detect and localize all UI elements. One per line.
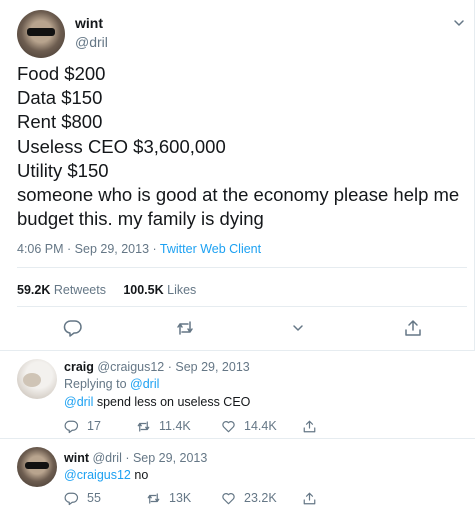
reply-action[interactable]: 55	[64, 489, 101, 507]
like-icon	[222, 492, 235, 504]
replying-to-label: Replying to	[64, 377, 131, 391]
timestamp[interactable]: 4:06 PM · Sep 29, 2013 ·	[17, 242, 160, 256]
retweet-icon	[137, 420, 150, 432]
action-bar	[0, 318, 475, 340]
retweet-action[interactable]: 11.4K	[136, 417, 191, 435]
tweet-line: Useless CEO $3,600,000	[17, 135, 226, 157]
main-tweet: wint @dril Food $200 Data $150 Rent $800…	[0, 0, 475, 350]
divider	[17, 267, 467, 268]
reply-header: wint @dril · Sep 29, 2013	[64, 451, 207, 465]
reply-actions: 17 11.4K 14.4K	[64, 417, 364, 435]
like-action[interactable]: 23.2K	[221, 489, 277, 507]
like-action[interactable]: 14.4K	[221, 417, 277, 435]
reply-body: no	[130, 468, 149, 482]
tweet-text: Food $200 Data $150 Rent $800 Useless CE…	[17, 62, 467, 231]
share-action[interactable]	[302, 489, 325, 507]
tweet-line: someone who is good at the economy pleas…	[17, 184, 460, 206]
avatar[interactable]	[17, 359, 57, 399]
author-handle[interactable]: @dril	[75, 34, 108, 50]
reply-handle-date[interactable]: @craigus12 · Sep 29, 2013	[97, 360, 249, 374]
share-icon[interactable]	[403, 318, 423, 338]
reply-icon[interactable]	[63, 318, 83, 338]
avatar[interactable]	[17, 10, 65, 58]
like-icon[interactable]	[288, 318, 308, 338]
retweet-count: 13K	[169, 491, 192, 505]
reply-count: 17	[87, 419, 101, 433]
reply-tweet[interactable]: wint @dril · Sep 29, 2013 @craigus12 no …	[0, 438, 475, 517]
tweet-line: Utility $150	[17, 159, 109, 181]
retweets-count: 59.2K	[17, 283, 51, 297]
chevron-down-icon[interactable]	[452, 16, 466, 30]
tweet-line: Rent $800	[17, 111, 103, 133]
reply-tweet[interactable]: craig @craigus12 · Sep 29, 2013 Replying…	[0, 350, 475, 438]
likes-stat[interactable]: 100.5K Likes	[123, 283, 196, 297]
replying-to: Replying to @dril	[64, 377, 159, 391]
tweet-meta: 4:06 PM · Sep 29, 2013 · Twitter Web Cli…	[17, 242, 261, 256]
avatar[interactable]	[17, 447, 57, 487]
retweet-count: 11.4K	[159, 419, 191, 433]
retweet-action[interactable]: 13K	[146, 489, 191, 507]
like-icon	[222, 420, 235, 432]
likes-count: 100.5K	[123, 283, 164, 297]
reply-icon	[64, 492, 79, 505]
reply-author-name[interactable]: wint	[64, 451, 89, 465]
like-count: 23.2K	[244, 491, 277, 505]
retweet-icon	[147, 492, 160, 504]
reply-text: @dril spend less on useless CEO	[64, 395, 250, 409]
share-icon	[303, 420, 316, 432]
reply-body: spend less on useless CEO	[93, 395, 251, 409]
divider	[17, 306, 467, 307]
author-name[interactable]: wint	[75, 15, 103, 31]
tweet-line: budget this. my family is dying	[17, 208, 264, 230]
share-icon	[303, 492, 316, 504]
reply-action[interactable]: 17	[64, 417, 101, 435]
tweet-line: Data $150	[17, 87, 103, 109]
likes-label: Likes	[167, 283, 197, 297]
retweets-stat[interactable]: 59.2K Retweets	[17, 283, 106, 297]
mention-link[interactable]: @dril	[64, 395, 93, 409]
reply-header: craig @craigus12 · Sep 29, 2013	[64, 360, 250, 374]
reply-text: @craigus12 no	[64, 468, 148, 482]
engagement-stats: 59.2K Retweets 100.5K Likes	[17, 283, 196, 297]
like-count: 14.4K	[244, 419, 277, 433]
retweet-icon[interactable]	[175, 318, 195, 338]
reply-count: 55	[87, 491, 101, 505]
replying-to-handle[interactable]: @dril	[130, 377, 159, 391]
retweets-label: Retweets	[53, 283, 106, 297]
reply-handle-date[interactable]: @dril · Sep 29, 2013	[92, 451, 207, 465]
mention-link[interactable]: @craigus12	[64, 468, 131, 482]
client-link[interactable]: Twitter Web Client	[160, 242, 261, 256]
tweet-line: Food $200	[17, 63, 106, 84]
reply-icon	[64, 420, 79, 433]
share-action[interactable]	[302, 417, 325, 435]
reply-author-name[interactable]: craig	[64, 360, 94, 374]
reply-actions: 55 13K 23.2K	[64, 489, 364, 507]
